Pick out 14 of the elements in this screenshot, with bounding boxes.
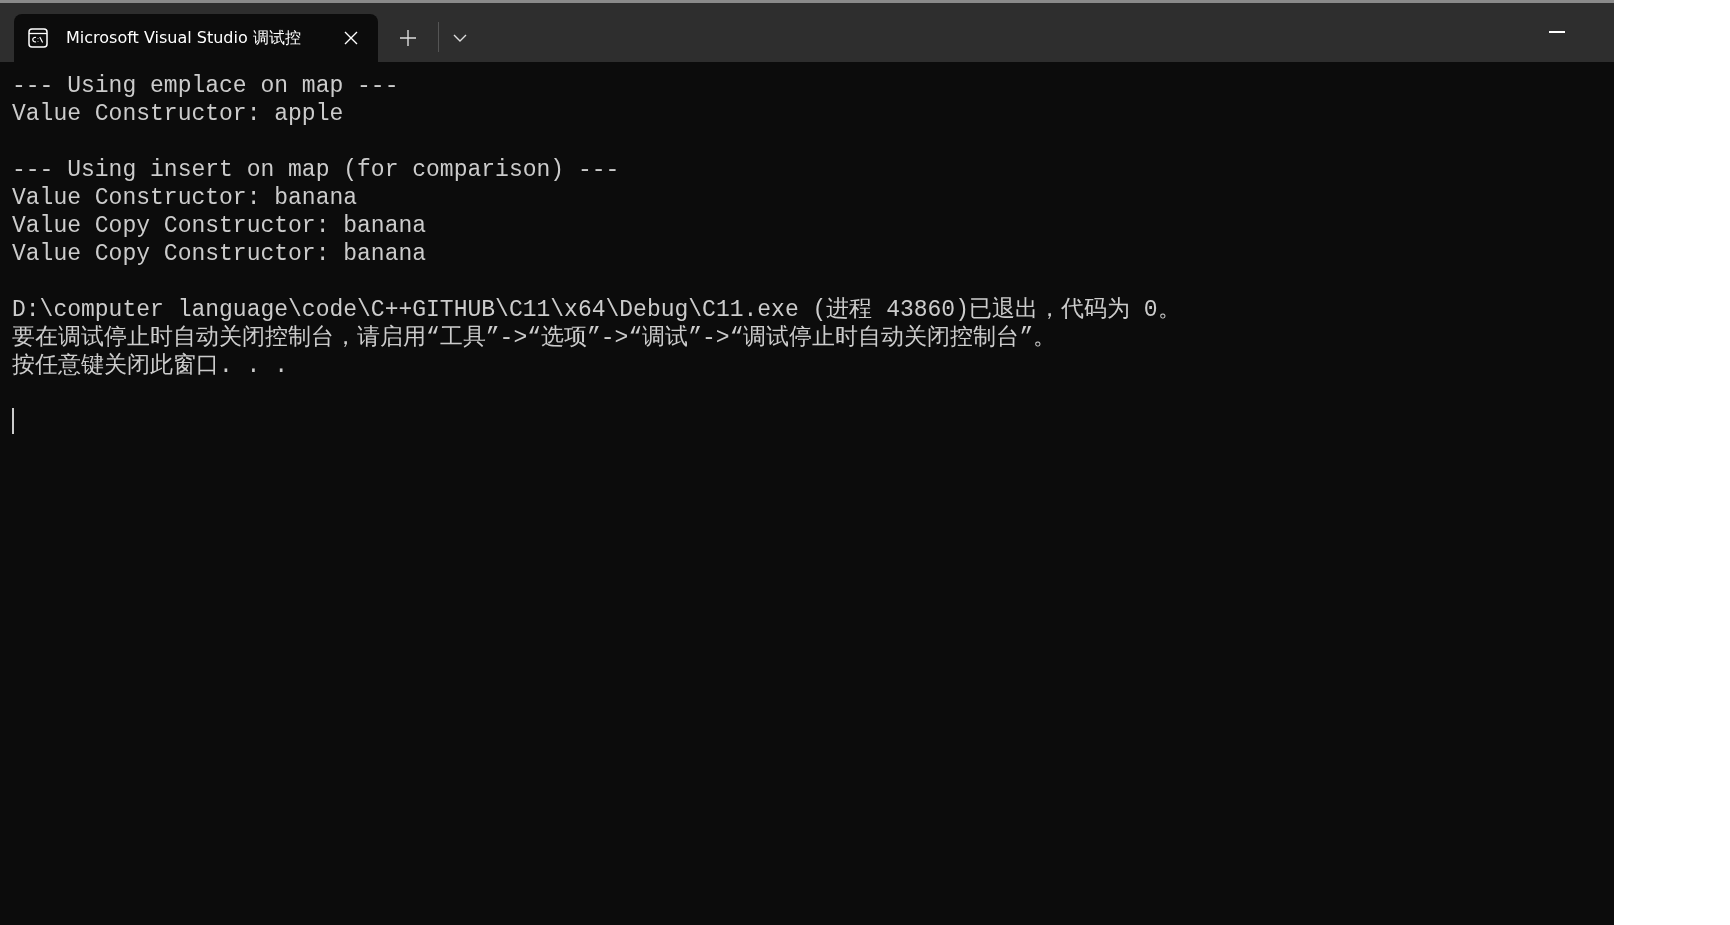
console-line: D:\computer language\code\C++GITHUB\C11\x64\Debug\C11.exe (进程 43860)已退出，代码为 0。 [12, 296, 1181, 324]
terminal-icon [28, 28, 48, 48]
new-tab-icon[interactable] [400, 30, 416, 46]
console-line: Value Copy Constructor: banana [12, 240, 427, 268]
console-line: Value Constructor: apple [12, 100, 344, 128]
console-line: Value Copy Constructor: banana [12, 212, 427, 240]
console-line: 要在调试停止时自动关闭控制台，请启用“工具”->“选项”->“调试”->“调试停止时自动关闭控制台”。 [12, 324, 1057, 352]
console-line: Value Constructor: banana [12, 184, 358, 212]
terminal-tab[interactable]: Microsoft Visual Studio 调试控 [14, 14, 378, 62]
console-line: --- Using emplace on map --- [12, 72, 399, 100]
close-icon[interactable] [344, 31, 358, 45]
console-line: 按任意键关闭此窗口. . . [12, 352, 288, 380]
console-line: --- Using insert on map (for comparison) --- [12, 156, 620, 184]
dropdown-icon[interactable] [453, 34, 467, 42]
